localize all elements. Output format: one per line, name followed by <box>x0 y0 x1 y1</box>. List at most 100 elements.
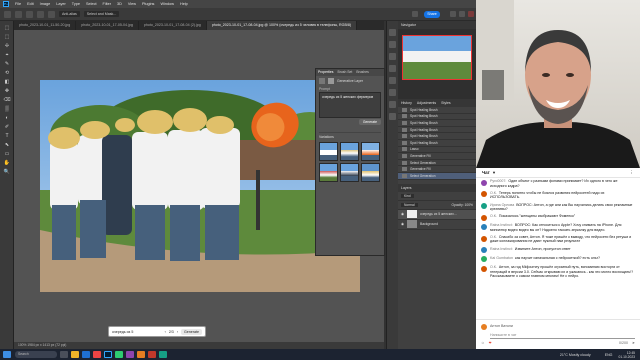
weather-widget[interactable]: 21°C Mostly cloudy <box>560 353 591 357</box>
layer-row[interactable]: ◉ Background <box>398 220 476 230</box>
history-item[interactable]: Spot Healing Brush <box>398 140 476 147</box>
panel-icon[interactable] <box>389 113 396 120</box>
tab-history[interactable]: History <box>401 99 412 107</box>
history-item[interactable]: Spot Healing Brush <box>398 107 476 114</box>
prev-variation-icon[interactable]: ‹ <box>165 330 166 334</box>
photoshop-taskbar-icon[interactable] <box>104 351 112 358</box>
emoji-icon[interactable]: ☺ <box>481 341 485 345</box>
tab-navigator[interactable]: Navigator <box>401 21 416 29</box>
tool-icon[interactable]: ✋ <box>3 160 11 167</box>
layer-row[interactable]: ◉ очередь из 5 женских... <box>398 209 476 220</box>
app-icon[interactable] <box>115 351 123 358</box>
message-author[interactable]: Raina Instinct: <box>490 223 513 227</box>
menu-item-image[interactable]: Image <box>40 2 51 6</box>
document-tab[interactable]: photo_2023-10-01_17-05-04.jpg <box>76 21 139 30</box>
tab-styles[interactable]: Styles <box>441 99 451 107</box>
next-variation-icon[interactable]: › <box>177 330 178 334</box>
variation-thumb[interactable] <box>361 163 380 182</box>
tool-icon[interactable]: ▒ <box>3 106 11 113</box>
start-icon[interactable] <box>3 351 11 358</box>
tool-icon[interactable]: ⬚ <box>3 25 11 32</box>
panel-icon[interactable] <box>389 65 396 72</box>
tool-icon[interactable]: ✐ <box>3 124 11 131</box>
message-author[interactable]: О.К. <box>490 214 497 218</box>
tab-adjustments[interactable]: Adjustments <box>417 99 436 107</box>
message-author[interactable]: Pyro0007: <box>490 179 506 183</box>
chevron-down-icon[interactable]: ▾ <box>493 170 495 176</box>
variation-thumb[interactable] <box>340 163 359 182</box>
history-item[interactable]: Select Generation <box>398 172 476 180</box>
history-item[interactable]: Lasso <box>398 147 476 154</box>
tool-icon[interactable]: ✢ <box>3 43 11 50</box>
menu-item-help[interactable]: Help <box>180 2 188 6</box>
tool-icon[interactable]: ⬚ <box>3 34 11 41</box>
language-indicator[interactable]: ENG <box>605 353 613 357</box>
marquee-options-icon[interactable] <box>4 10 11 18</box>
navigator-panel[interactable] <box>398 29 476 99</box>
menu-item-edit[interactable]: Edit <box>27 2 34 6</box>
menu-item-window[interactable]: Window <box>160 2 174 6</box>
close-icon[interactable] <box>468 11 474 17</box>
heart-icon[interactable]: ❤ <box>489 341 492 345</box>
history-item[interactable]: Spot Healing Brush <box>398 133 476 140</box>
history-item[interactable]: Spot Healing Brush <box>398 127 476 134</box>
panel-icon[interactable] <box>389 89 396 96</box>
tool-icon[interactable]: ✥ <box>3 88 11 95</box>
panel-icon[interactable] <box>389 101 396 108</box>
context-prompt-input[interactable]: очередь из 5 <box>112 330 162 334</box>
tool-icon[interactable]: 🔍 <box>3 169 11 176</box>
layer-opacity[interactable]: Opacity: 100% <box>452 203 473 207</box>
history-item[interactable]: Generative Fill <box>398 166 476 173</box>
panel-icon[interactable] <box>389 53 396 60</box>
more-icon[interactable]: ⋮ <box>630 170 635 176</box>
message-author[interactable]: О.К. <box>490 265 497 269</box>
youtube-icon[interactable] <box>148 351 156 358</box>
blend-mode-select[interactable]: Normal <box>401 202 418 207</box>
panel-icon[interactable] <box>389 29 396 36</box>
message-author[interactable]: Raina Instinct: <box>490 247 513 251</box>
chrome-icon[interactable] <box>93 351 101 358</box>
menu-item-layer[interactable]: Layer <box>56 2 66 6</box>
tab-brush-set[interactable]: Brush Set <box>337 69 352 76</box>
document-tab[interactable]: photo_2023-10-01_17-08-04.jpg @ 100% (оч… <box>206 21 358 30</box>
file-explorer-icon[interactable] <box>71 351 79 358</box>
variation-thumb[interactable] <box>340 142 359 161</box>
variation-thumb[interactable] <box>361 142 380 161</box>
search-icon[interactable] <box>412 11 418 17</box>
task-view-icon[interactable] <box>60 351 68 358</box>
tab-properties[interactable]: Properties <box>318 69 333 76</box>
menu-item-select[interactable]: Select <box>86 2 97 6</box>
menu-item-type[interactable]: Type <box>72 2 80 6</box>
menu-item-filter[interactable]: Filter <box>103 2 111 6</box>
document-tab[interactable]: photo_2023-10-01_11-50-20.jpg <box>14 21 77 30</box>
tool-icon[interactable]: ⬉ <box>3 142 11 149</box>
tool-icon[interactable]: ▭ <box>3 151 11 158</box>
add-selection-icon[interactable] <box>26 10 33 18</box>
menu-item-plugins[interactable]: Plugins <box>142 2 154 6</box>
history-item[interactable]: Generative Fill <box>398 153 476 160</box>
anti-alias-checkbox[interactable]: Anti-alias <box>59 11 80 17</box>
message-author[interactable]: О.К. <box>490 235 497 239</box>
tool-icon[interactable]: ⌖ <box>3 52 11 59</box>
variation-thumb[interactable] <box>319 163 338 182</box>
layer-kind-filter[interactable]: Kind <box>401 193 414 198</box>
message-author[interactable]: Ирина Орлова <box>490 203 514 207</box>
app-icon[interactable] <box>159 351 167 358</box>
tab-brushes[interactable]: Brushes <box>356 69 368 76</box>
document-image[interactable] <box>40 80 360 292</box>
new-selection-icon[interactable] <box>15 10 22 18</box>
tool-icon[interactable]: ✎ <box>3 61 11 68</box>
prompt-input[interactable]: очередь из 5 женских фермеров <box>319 92 381 118</box>
taskbar-search[interactable]: Search <box>15 351 57 358</box>
send-icon[interactable]: ➤ <box>632 341 635 345</box>
message-author[interactable]: О.К. <box>490 191 497 195</box>
chat-title[interactable]: Чат <box>482 170 490 175</box>
tool-icon[interactable]: ⌫ <box>3 97 11 104</box>
history-item[interactable]: Spot Healing Brush <box>398 120 476 127</box>
app-icon[interactable] <box>126 351 134 358</box>
menu-item-file[interactable]: File <box>15 2 21 6</box>
generate-button[interactable]: Generate <box>358 119 381 125</box>
share-button[interactable]: Share <box>424 11 440 18</box>
maximize-icon[interactable] <box>459 11 465 17</box>
tool-icon[interactable]: ◧ <box>3 79 11 86</box>
